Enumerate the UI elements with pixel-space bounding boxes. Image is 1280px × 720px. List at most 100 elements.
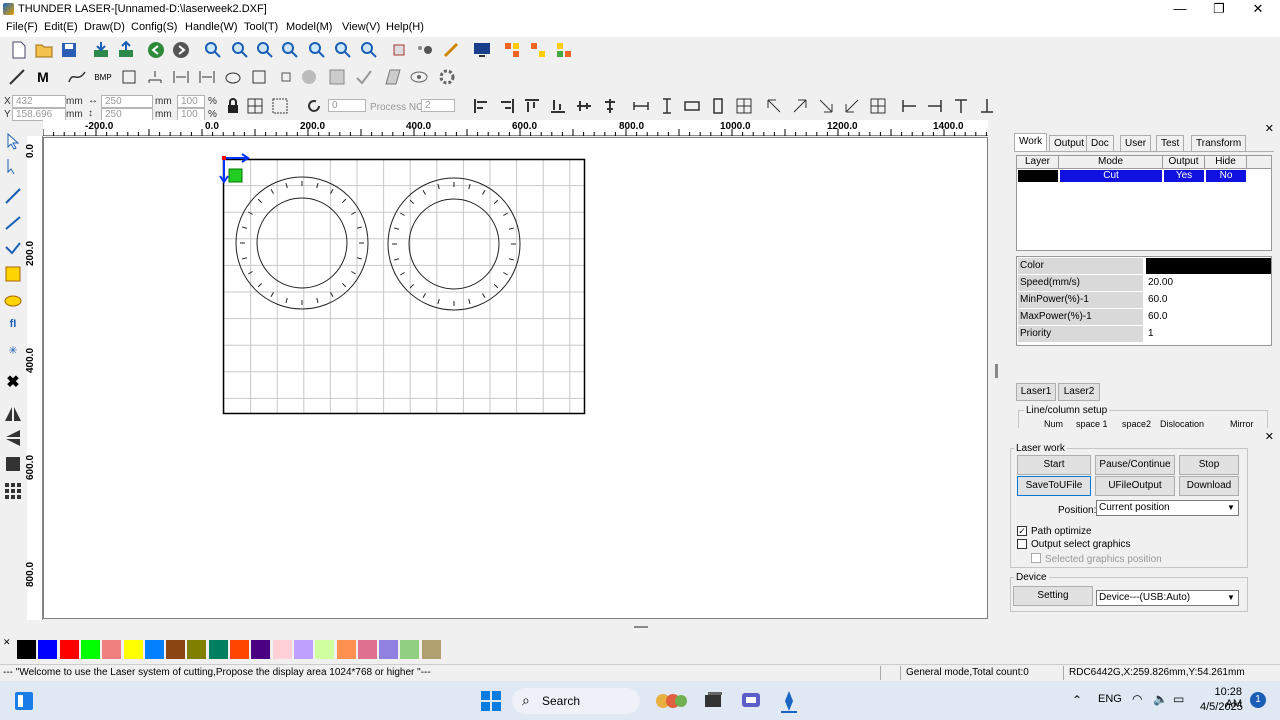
mirror-h-icon[interactable]: [3, 404, 23, 424]
palette-swatch[interactable]: [166, 640, 186, 659]
drawing-canvas[interactable]: [43, 137, 988, 619]
hdist-2-icon[interactable]: [197, 67, 217, 87]
laser-app-taskbar-icon[interactable]: [777, 689, 801, 713]
rotate-icon[interactable]: [304, 96, 324, 116]
width-input[interactable]: 250: [101, 95, 153, 108]
prop-maxpower[interactable]: MaxPower(%)-1 60.0: [1017, 309, 1271, 326]
selected-pos-checkbox[interactable]: [1031, 553, 1041, 563]
palette-swatch[interactable]: [379, 640, 399, 659]
x-input[interactable]: 432: [12, 95, 66, 108]
stop-button[interactable]: Stop: [1179, 455, 1239, 475]
menu-config[interactable]: Config(S): [131, 21, 177, 33]
prop-priority[interactable]: Priority 1: [1017, 326, 1271, 343]
palette-x-icon[interactable]: ✕: [3, 637, 11, 648]
setting-button[interactable]: Setting: [1013, 586, 1093, 606]
save-to-ufile-button[interactable]: SaveToUFile: [1017, 476, 1091, 496]
import-icon[interactable]: [91, 40, 111, 60]
small-square-icon[interactable]: [276, 67, 296, 87]
palette-swatch[interactable]: [272, 640, 292, 659]
splitter-handle[interactable]: [995, 364, 998, 378]
palette-swatch[interactable]: [17, 640, 36, 659]
mirror-v-icon[interactable]: [3, 428, 23, 448]
same-width-icon[interactable]: [631, 96, 651, 116]
palette-swatch[interactable]: [251, 640, 271, 659]
array-tool-icon[interactable]: [3, 480, 23, 500]
menu-file[interactable]: File(F): [6, 21, 38, 33]
rect-outline-icon[interactable]: [119, 67, 139, 87]
prop-color[interactable]: Color: [1017, 258, 1271, 275]
tab-user[interactable]: User: [1120, 135, 1152, 151]
windows-start-icon[interactable]: [479, 689, 503, 713]
bmp-icon[interactable]: BMP: [93, 67, 113, 87]
palette-swatch[interactable]: [144, 640, 164, 659]
align-left-icon[interactable]: [471, 96, 491, 116]
menu-handle[interactable]: Handle(W): [185, 21, 238, 33]
process-input[interactable]: 2: [421, 99, 455, 112]
dist-right-icon[interactable]: [925, 96, 945, 116]
parallelogram-icon[interactable]: [383, 67, 403, 87]
tab-work[interactable]: Work: [1014, 133, 1048, 151]
palette-swatch[interactable]: [421, 640, 441, 659]
snap-layout-icon[interactable]: [12, 689, 36, 713]
ufile-output-button[interactable]: UFileOutput: [1095, 476, 1175, 496]
clock-date[interactable]: 4/5/2025: [1200, 701, 1243, 713]
output-select-checkbox[interactable]: [1017, 539, 1027, 549]
language-indicator[interactable]: ENG: [1098, 693, 1122, 705]
palette-swatch[interactable]: [187, 640, 207, 659]
tab-output[interactable]: Output: [1049, 135, 1090, 151]
task-view-icon[interactable]: [701, 689, 725, 713]
align-bottom-icon[interactable]: [548, 96, 568, 116]
polyline-tool-icon[interactable]: [3, 212, 23, 232]
palette-swatch[interactable]: [123, 640, 143, 659]
array-2-icon[interactable]: [528, 40, 548, 60]
circle-design-right[interactable]: [387, 177, 521, 311]
corner-tr-icon[interactable]: [790, 96, 810, 116]
curve-icon[interactable]: [67, 67, 87, 87]
corner-br-icon[interactable]: [816, 96, 836, 116]
palette-swatch[interactable]: [38, 640, 58, 659]
grid-select-icon[interactable]: [327, 67, 347, 87]
align-hcenter-icon[interactable]: [574, 96, 594, 116]
palette-swatch[interactable]: [400, 640, 420, 659]
palette-swatch[interactable]: [315, 640, 335, 659]
start-button[interactable]: Start: [1017, 455, 1091, 475]
pause-continue-button[interactable]: Pause/Continue: [1095, 455, 1175, 475]
pct-w-input[interactable]: 100: [177, 95, 205, 108]
rotate-input[interactable]: 0: [328, 99, 366, 112]
array-icon[interactable]: [502, 40, 522, 60]
wifi-icon[interactable]: ◠: [1132, 692, 1142, 706]
ellipse-tool-icon[interactable]: [3, 290, 23, 310]
sphere-icon[interactable]: [299, 67, 319, 87]
widgets-icon[interactable]: [651, 689, 691, 713]
fill-tool-icon[interactable]: [3, 454, 23, 474]
center-icon[interactable]: [734, 96, 754, 116]
hdist-icon[interactable]: [171, 67, 191, 87]
maximize-button[interactable]: ❐: [1199, 0, 1239, 19]
laser2-tab[interactable]: Laser2: [1058, 383, 1100, 401]
open-folder-icon[interactable]: [34, 40, 54, 60]
teams-icon[interactable]: [739, 689, 763, 713]
splitter-handle-bottom[interactable]: [634, 626, 648, 628]
download-button[interactable]: Download: [1179, 476, 1239, 496]
palette-swatch[interactable]: [80, 640, 100, 659]
zoom-in-2-icon[interactable]: [230, 40, 250, 60]
circle-design-left[interactable]: [235, 176, 369, 310]
zoom-select-icon[interactable]: [307, 40, 327, 60]
laser-panel-close-icon[interactable]: ✕: [1265, 430, 1274, 443]
node-edit-icon[interactable]: [3, 156, 23, 176]
rectangle-tool-icon[interactable]: [3, 264, 23, 284]
text-tool-icon[interactable]: fI: [3, 314, 23, 334]
laser-pen-icon[interactable]: [441, 40, 461, 60]
zoom-page-icon[interactable]: [280, 40, 300, 60]
notification-badge[interactable]: 1: [1250, 692, 1266, 708]
same-size-2-icon[interactable]: [708, 96, 728, 116]
export-icon[interactable]: [116, 40, 136, 60]
frame-icon[interactable]: [389, 40, 409, 60]
path-optimize-checkbox[interactable]: ✓: [1017, 526, 1027, 536]
palette-swatch[interactable]: [357, 640, 377, 659]
corner-tl-icon[interactable]: [764, 96, 784, 116]
laser1-tab[interactable]: Laser1: [1016, 383, 1056, 401]
monitor-icon[interactable]: [472, 40, 492, 60]
zoom-out-icon[interactable]: [255, 40, 275, 60]
grid-tool-icon[interactable]: [245, 96, 265, 116]
